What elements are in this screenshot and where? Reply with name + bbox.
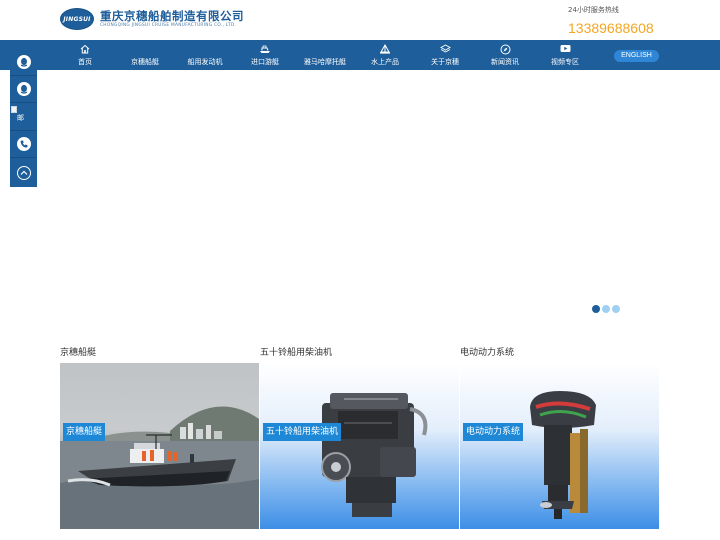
section-title-boats[interactable]: 京穗船艇 [60,345,96,358]
layers-icon [415,44,475,56]
floating-contact-bar: 邮 [10,49,37,187]
diesel-engine-photo [321,393,428,517]
qq-icon [16,82,31,96]
nav-label: 水上产品 [371,58,399,66]
nav-label: 视频专区 [551,58,579,66]
company-logo[interactable]: JINGSUI 重庆京穗船舶制造有限公司 CHONGQING JINGSUI C… [60,8,244,30]
back-to-top-icon [16,165,31,180]
nav-label: 首页 [78,58,92,66]
nav-item-news[interactable]: 新闻资讯 [475,40,535,70]
nav-item-home[interactable]: 首页 [55,40,115,70]
nav-label: 京穗船艇 [131,58,159,66]
nav-item-water-products[interactable]: 水上产品 [355,40,415,70]
card-divider [259,363,260,529]
pagination-dot-2[interactable] [602,305,610,313]
pagination-dot-3[interactable] [612,305,620,313]
video-icon [535,44,595,56]
header: JINGSUI 重庆京穗船舶制造有限公司 CHONGQING JINGSUI C… [0,0,720,40]
nav-item-boats[interactable]: 京穗船艇 [115,40,175,70]
nav-label: 新闻资讯 [491,58,519,66]
hero-banner[interactable] [0,70,720,322]
diesel-engine-card[interactable]: 五十铃船用柴油机 [260,363,459,529]
logo-badge: JINGSUI [60,8,94,30]
phone-icon [16,137,31,151]
compass-icon [475,44,535,56]
hotline-label: 24小时服务热线 [568,6,619,14]
outboard-motor-photo [530,391,596,519]
yacht-icon [235,44,295,56]
section-title-electric[interactable]: 电动动力系统 [460,345,514,358]
card-divider [459,363,460,529]
nav-item-video[interactable]: 视频专区 [535,40,595,70]
back-to-top-button[interactable] [10,159,37,186]
mail-button[interactable]: 邮 [10,104,37,131]
nav-label: 船用发动机 [187,58,223,66]
diesel-engine-card-label: 五十铃船用柴油机 [263,423,342,441]
main-nav: 首页 京穗船艇 船用发动机 进口游艇 雅马哈摩托艇 水上产品 关于京穗 新闻资讯 [0,40,720,70]
section-title-diesel[interactable]: 五十铃船用柴油机 [260,345,332,358]
company-name-en: CHONGQING JINGSUI CRUISE MANUFACTURING C… [100,22,237,28]
nav-item-imported-yachts[interactable]: 进口游艇 [235,40,295,70]
hotline: 24小时服务热线 13389688608 [568,6,654,37]
home-icon [55,44,115,56]
phone-button[interactable] [10,131,37,158]
electric-power-card[interactable]: 电动动力系统 [460,363,659,529]
boat-card-label: 京穗船艇 [63,423,106,441]
nav-item-engines[interactable]: 船用发动机 [175,40,235,70]
mail-text: 邮 [17,113,24,122]
nav-item-yamaha[interactable]: 雅马哈摩托艇 [295,40,355,70]
qq-button-1[interactable] [10,49,37,76]
nav-item-about[interactable]: 关于京穗 [415,40,475,70]
mail-icon [11,105,17,113]
nav-label: 进口游艇 [251,58,279,66]
sailboat-icon [355,43,415,56]
banner-pagination [592,305,622,313]
company-name-cn: 重庆京穗船舶制造有限公司 [100,8,244,23]
nav-label: 雅马哈摩托艇 [304,58,346,66]
boat-card[interactable]: 京穗船艇 [60,363,259,529]
hotline-number: 13389688608 [568,20,654,36]
qq-icon [16,55,31,69]
english-button[interactable]: ENGLISH [614,50,659,62]
nav-label: 关于京穗 [431,58,459,66]
boat-photo [60,406,259,529]
pagination-dot-1[interactable] [592,305,600,313]
electric-power-card-label: 电动动力系统 [463,423,524,441]
qq-button-2[interactable] [10,76,37,103]
